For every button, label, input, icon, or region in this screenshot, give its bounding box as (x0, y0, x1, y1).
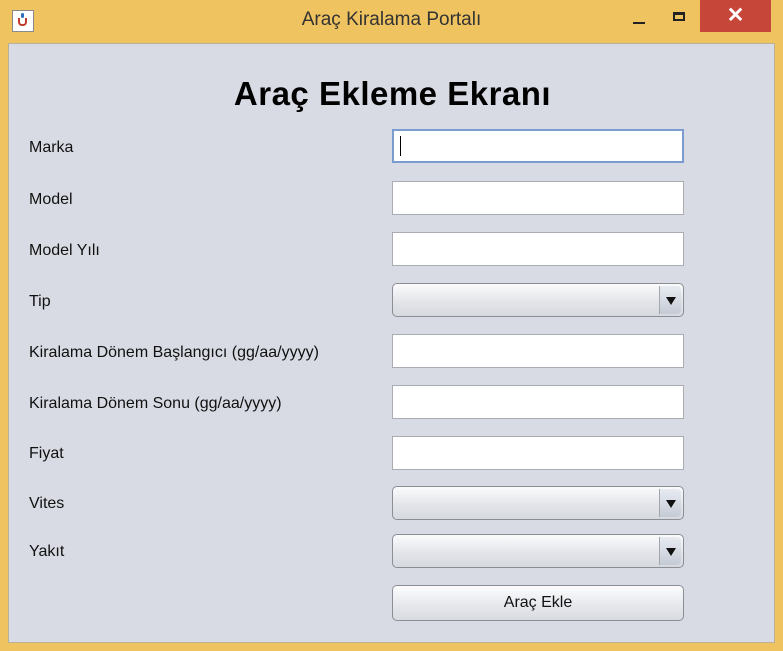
text-caret (400, 136, 401, 156)
chevron-down-icon[interactable] (659, 537, 681, 565)
model-input[interactable] (392, 181, 684, 215)
arac-ekle-button[interactable]: Araç Ekle (392, 585, 684, 621)
vites-select[interactable] (392, 486, 684, 520)
fiyat-label: Fiyat (29, 445, 64, 462)
model-label: Model (29, 191, 73, 208)
close-icon: ✕ (726, 4, 745, 27)
sonu-label: Kiralama Dönem Sonu (gg/aa/yyyy) (29, 395, 282, 412)
fiyat-input[interactable] (392, 436, 684, 470)
yakit-select[interactable] (392, 534, 684, 568)
marka-input[interactable] (392, 129, 684, 163)
chevron-down-icon[interactable] (659, 489, 681, 517)
vites-label: Vites (29, 495, 65, 512)
model-yili-input[interactable] (392, 232, 684, 266)
sonu-input[interactable] (392, 385, 684, 419)
marka-label: Marka (29, 139, 74, 156)
window-title: Araç Kiralama Portalı (301, 9, 482, 30)
page-title: Araç Ekleme Ekranı (233, 75, 552, 112)
model-yili-label: Model Yılı (29, 242, 100, 259)
tip-label: Tip (29, 293, 51, 310)
chevron-down-icon[interactable] (659, 286, 681, 314)
minimize-button[interactable] (628, 8, 652, 32)
maximize-button[interactable] (668, 8, 692, 32)
form-panel: Araç Ekleme Ekranı Marka Model Model Yıl… (8, 43, 775, 643)
app-window: Araç Kiralama Portalı ✕ Araç Ekleme Ekra… (0, 0, 783, 651)
close-button[interactable]: ✕ (700, 0, 771, 32)
baslangic-label: Kiralama Dönem Başlangıcı (gg/aa/yyyy) (29, 344, 319, 361)
baslangic-input[interactable] (392, 334, 684, 368)
yakit-label: Yakıt (29, 543, 65, 560)
tip-select[interactable] (392, 283, 684, 317)
title-bar[interactable]: Araç Kiralama Portalı ✕ (0, 0, 783, 42)
